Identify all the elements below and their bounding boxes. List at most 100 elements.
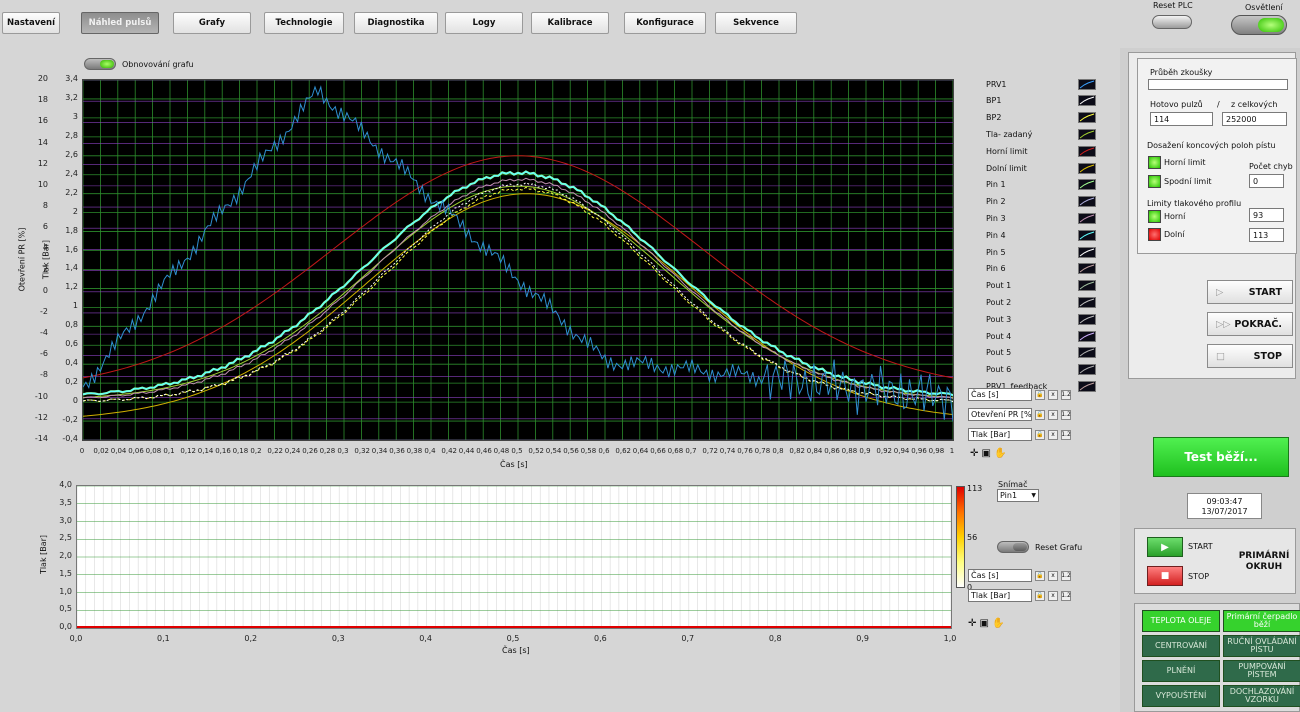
function-button[interactable]: DOCHLAZOVÁNÍ VZORKU — [1223, 685, 1300, 707]
osvetleni-label: Osvětlení — [1245, 3, 1283, 12]
legend-item[interactable]: Pin 2 — [986, 194, 1096, 210]
tab-1[interactable]: Nastavení — [2, 12, 60, 34]
test-running-banner: Test běží... — [1153, 437, 1289, 477]
format-icon[interactable]: x — [1048, 590, 1058, 601]
tab-7[interactable]: Kalibrace — [531, 12, 609, 34]
celkovych-value[interactable]: 252000 — [1222, 112, 1287, 126]
y-tick: 3,0 — [59, 515, 72, 525]
scale-name[interactable]: Čas [s] — [968, 569, 1032, 582]
function-button[interactable]: VYPOUŠTĚNÍ — [1142, 685, 1220, 707]
y-tick-left: 12 — [37, 158, 48, 168]
legend-item[interactable]: Pin 3 — [986, 210, 1096, 226]
legend-item[interactable]: Horní limit — [986, 143, 1096, 159]
x-tick: 0,8 — [772, 447, 784, 455]
graph1-palette-tools[interactable]: ✛ ▣ ✋ — [970, 448, 1007, 459]
legend-item[interactable]: Pout 3 — [986, 311, 1096, 327]
legend-item[interactable]: Pin 1 — [986, 177, 1096, 193]
x-tick: 0,3 — [331, 634, 345, 643]
legend-item[interactable]: Pin 4 — [986, 227, 1096, 243]
function-button[interactable]: TEPLOTA OLEJE — [1142, 610, 1220, 632]
legend-item[interactable]: Pout 1 — [986, 278, 1096, 294]
legend-label: BP1 — [986, 96, 1002, 106]
scale-name[interactable]: Čas [s] — [968, 388, 1032, 401]
snimac-select[interactable]: Pin1 ▼ — [997, 489, 1039, 502]
function-button[interactable]: CENTROVÁNÍ — [1142, 635, 1220, 657]
scale-name[interactable]: Tlak [Bar] — [968, 589, 1032, 602]
function-button[interactable]: Primární čerpadlo běží — [1223, 610, 1300, 632]
legend-label: Pout 2 — [986, 297, 1012, 307]
scale-name[interactable]: Otevření PR [%] — [968, 408, 1032, 421]
osvetleni-toggle[interactable] — [1231, 15, 1287, 35]
prubeh-label: Průběh zkoušky — [1150, 68, 1213, 77]
format-icon[interactable]: x — [1048, 409, 1058, 420]
format-icon[interactable]: x — [1048, 389, 1058, 400]
x-tick: 0,58 — [580, 447, 597, 455]
tab-4[interactable]: Technologie — [264, 12, 344, 34]
legend-item[interactable]: Pout 5 — [986, 345, 1096, 361]
x-tick: 0,68 — [667, 447, 684, 455]
lock-icon[interactable]: 🔒 — [1035, 429, 1045, 440]
x-tick: 0 — [79, 447, 85, 455]
legend-item[interactable]: Pin 5 — [986, 244, 1096, 260]
graph2-palette-tools[interactable]: ✛ ▣ ✋ — [968, 618, 1005, 629]
precision-icon[interactable]: 1.2 — [1061, 409, 1071, 420]
refresh-graph-toggle[interactable] — [84, 58, 116, 70]
stop-button[interactable]: □ STOP — [1207, 344, 1293, 368]
primary-start-button[interactable]: ▶ — [1147, 537, 1183, 557]
y-tick-right: 1,8 — [65, 225, 78, 235]
x-tick: 0,82 — [789, 447, 805, 455]
legend-item[interactable]: Pout 2 — [986, 294, 1096, 310]
legend-label: Pin 5 — [986, 247, 1006, 257]
y-tick-right: 0,4 — [65, 358, 78, 368]
x-tick: 0,6 — [598, 447, 610, 455]
graph2-colorbar — [956, 486, 965, 588]
function-button[interactable]: PUMPOVÁNÍ PÍSTEM — [1223, 660, 1300, 682]
function-button[interactable]: RUČNÍ OVLÁDÁNÍ PÍSTU — [1223, 635, 1300, 657]
graph1-plot-area[interactable] — [82, 79, 954, 441]
format-icon[interactable]: x — [1048, 429, 1058, 440]
primary-stop-button[interactable]: ■ — [1147, 566, 1183, 586]
horni-limit-label: Horní limit — [1164, 158, 1206, 167]
lock-icon[interactable]: 🔒 — [1035, 570, 1045, 581]
scale-control: Otevření PR [%] 🔒 x 1.2 — [968, 408, 1071, 421]
reset-plc-button[interactable] — [1152, 15, 1192, 29]
lock-icon[interactable]: 🔒 — [1035, 389, 1045, 400]
tab-5[interactable]: Diagnostika — [354, 12, 438, 34]
function-button[interactable]: PLNĚNÍ — [1142, 660, 1220, 682]
lock-icon[interactable]: 🔒 — [1035, 590, 1045, 601]
tab-6[interactable]: Logy — [445, 12, 523, 34]
y-tick: 1,0 — [59, 586, 72, 596]
legend-swatch — [1078, 78, 1096, 90]
precision-icon[interactable]: 1.2 — [1061, 570, 1071, 581]
scale-name[interactable]: Tlak [Bar] — [968, 428, 1032, 441]
legend-swatch — [1078, 364, 1096, 376]
legend-item[interactable]: Pout 4 — [986, 328, 1096, 344]
precision-icon[interactable]: 1.2 — [1061, 429, 1071, 440]
chevron-down-icon: ▼ — [1031, 492, 1036, 499]
start-button[interactable]: ▷ START — [1207, 280, 1293, 304]
lock-icon[interactable]: 🔒 — [1035, 409, 1045, 420]
legend-item[interactable]: Tla- zadaný — [986, 126, 1096, 142]
legend-item[interactable]: BP1 — [986, 93, 1096, 109]
y-tick-left: 2 — [42, 264, 48, 274]
legend-item[interactable]: Dolní limit — [986, 160, 1096, 176]
precision-icon[interactable]: 1.2 — [1061, 590, 1071, 601]
y-tick: 3,5 — [59, 497, 72, 507]
x-tick: 0,66 — [650, 447, 666, 455]
graph1-xlabel: Čas [s] — [500, 460, 528, 469]
tab-9[interactable]: Sekvence — [715, 12, 797, 34]
legend-item[interactable]: Pout 6 — [986, 362, 1096, 378]
graph2-plot-area[interactable] — [76, 485, 952, 629]
legend-item[interactable]: PRV1 — [986, 76, 1096, 92]
format-icon[interactable]: x — [1048, 570, 1058, 581]
tab-8[interactable]: Konfigurace — [624, 12, 706, 34]
precision-icon[interactable]: 1.2 — [1061, 389, 1071, 400]
pokrac-button[interactable]: ▷▷ POKRAČ. — [1207, 312, 1293, 336]
legend-label: Horní limit — [986, 146, 1028, 156]
tab-3[interactable]: Grafy — [173, 12, 251, 34]
legend-item[interactable]: Pin 6 — [986, 261, 1096, 277]
tab-2[interactable]: Náhled pulsů — [81, 12, 159, 34]
reset-graph-toggle[interactable] — [997, 541, 1029, 553]
legend-item[interactable]: BP2 — [986, 110, 1096, 126]
x-tick: 0,72 — [702, 447, 718, 455]
